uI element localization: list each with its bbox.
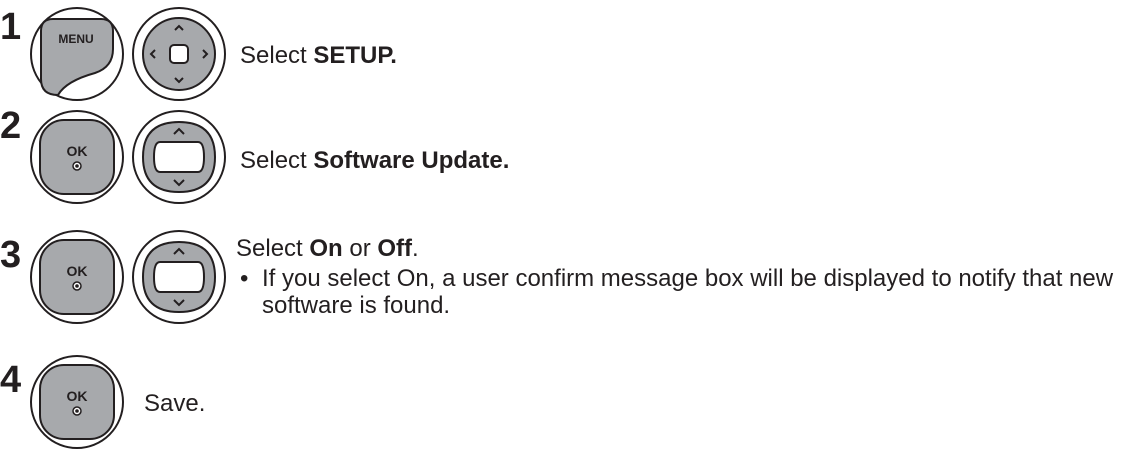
dpad-updown-icon [130,228,228,326]
step-1-instruction: Select SETUP. [240,41,397,71]
ok-button-icon: OK [28,353,126,451]
menu-option-software-update: Software Update. [313,147,510,174]
instruction-prefix: Select [236,235,310,262]
ok-label: OK [67,263,88,279]
instruction-or: or [342,235,378,262]
instruction-prefix: Select [240,147,314,174]
menu-label: MENU [58,32,93,46]
ok-label: OK [67,388,88,404]
ok-button-icon: OK [28,228,126,326]
step-4-instruction: Save. [144,390,206,417]
menu-option-setup: SETUP. [313,42,397,69]
step-number: 2 [0,105,22,147]
option-off: Off [377,235,413,262]
note-text: If you select On, a user confirm message… [262,265,1114,319]
option-on: On [309,235,343,262]
menu-button-icon: MENU [28,5,126,103]
dpad-updown-icon [130,108,228,206]
ok-label: OK [67,143,88,159]
instruction-suffix: . [412,235,419,262]
step-number: 1 [0,6,22,48]
step-number: 4 [0,359,22,401]
step-3-note: • If you select On, a user confirm messa… [240,265,1120,319]
step-number: 3 [0,234,22,276]
ok-button-icon: OK [28,108,126,206]
instruction-prefix: Select [240,42,314,69]
step-3-instruction: Select On or Off. [236,234,419,264]
bullet: • [240,265,249,292]
dpad-4way-icon [130,5,228,103]
step-2-instruction: Select Software Update. [240,146,509,176]
